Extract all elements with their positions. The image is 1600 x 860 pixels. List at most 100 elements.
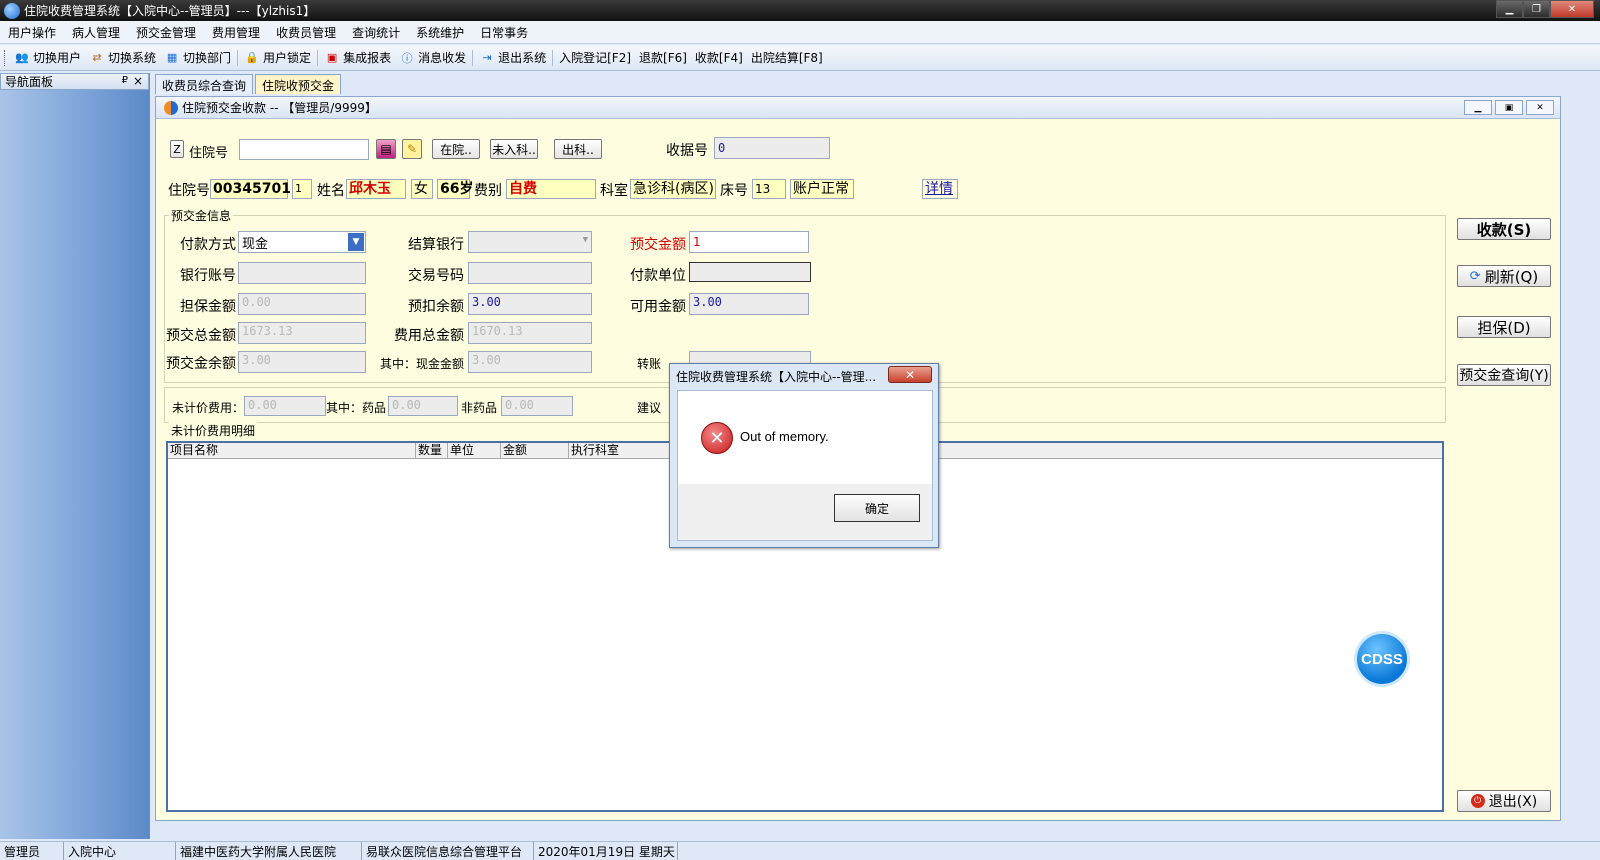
- charge-s-button[interactable]: 收款(S): [1457, 218, 1551, 240]
- ok-button[interactable]: 确定: [834, 494, 920, 522]
- pay-method-select[interactable]: 现金 ▼: [238, 231, 366, 253]
- payer-unit-input[interactable]: [689, 262, 811, 282]
- unbilled-detail-title: 未计价费用明细: [169, 422, 258, 439]
- exit-system-button[interactable]: ⇥ 退出系统: [475, 49, 550, 66]
- bank-account-input[interactable]: [238, 262, 366, 284]
- admission-button[interactable]: 入院登记[F2]: [555, 49, 635, 66]
- menu-fee-mgmt[interactable]: 费用管理: [204, 24, 268, 41]
- settle-bank-label: 结算银行: [408, 237, 464, 253]
- pay-method-label: 付款方式: [180, 237, 236, 253]
- z-button[interactable]: Z: [170, 140, 184, 158]
- bank-account-label: 银行账号: [180, 268, 236, 284]
- discharged-button[interactable]: 出科..: [554, 139, 602, 159]
- payer-unit-label: 付款单位: [630, 268, 686, 284]
- inner-close-button[interactable]: ✕: [1526, 100, 1554, 115]
- user-lock-button[interactable]: 🔒 用户锁定: [240, 49, 315, 66]
- pin-icon[interactable]: ₽: [122, 75, 128, 86]
- deposit-balance-field: 3.00: [238, 351, 366, 373]
- deposit-info-title: 预交金信息: [169, 207, 234, 224]
- col-exec-dept[interactable]: 执行科室: [569, 443, 659, 459]
- col-quantity[interactable]: 数量: [416, 443, 448, 459]
- message-button[interactable]: ⓘ 消息收发: [395, 49, 470, 66]
- bed-label: 床号: [720, 183, 748, 199]
- suggest-label: 建议: [637, 401, 662, 415]
- inner-maximize-button[interactable]: ▣: [1495, 100, 1523, 115]
- inner-window-controls: ▁ ▣ ✕: [1461, 100, 1554, 115]
- exit-label: 退出(X): [1488, 794, 1538, 810]
- cash-amount-label: 其中：现金金额: [380, 357, 465, 371]
- exit-system-label: 退出系统: [498, 51, 547, 65]
- discharge-button[interactable]: 出院结算[F8]: [747, 49, 827, 66]
- toolbar-grip: [4, 49, 7, 66]
- toolbar-separator: [317, 49, 319, 66]
- charge-button[interactable]: 收款[F4]: [691, 49, 747, 66]
- chevron-down-icon[interactable]: ▼: [348, 233, 364, 251]
- bed-no: 13: [752, 179, 786, 199]
- guarantee-field: 0.00: [238, 293, 366, 315]
- drug-label: 其中：药品: [326, 401, 387, 415]
- available-field: 3.00: [689, 293, 809, 315]
- menu-user-ops[interactable]: 用户操作: [0, 24, 64, 41]
- minimize-button[interactable]: ▁: [1496, 0, 1523, 18]
- menu-daily-affairs[interactable]: 日常事务: [472, 24, 536, 41]
- unbilled-label: 未计价费用：: [172, 401, 245, 415]
- deposit-balance-label: 预交金余额: [166, 356, 236, 372]
- fee-total-field: 1670.13: [468, 322, 592, 344]
- card-reader-icon[interactable]: ▤: [376, 139, 396, 159]
- detail-link[interactable]: 详情: [922, 179, 958, 199]
- inpatient-no-input[interactable]: [239, 139, 369, 160]
- menu-query-stats[interactable]: 查询统计: [344, 24, 408, 41]
- exit-button[interactable]: ⏻ 退出(X): [1457, 790, 1551, 812]
- error-dialog-close-button[interactable]: ✕: [888, 366, 932, 383]
- deposit-window-header: 住院预交金收款 -- 【管理员/9999】 ▁ ▣ ✕: [156, 97, 1560, 119]
- menu-cashier-mgmt[interactable]: 收费员管理: [268, 24, 344, 41]
- error-dialog-title: 住院收费管理系统【入院中心--管理...: [676, 369, 877, 384]
- deposit-query-button[interactable]: 预交金查询(Y): [1457, 364, 1551, 386]
- col-unit[interactable]: 单位: [448, 443, 501, 459]
- switch-user-button[interactable]: 👥 切换用户: [10, 49, 85, 66]
- switch-system-button[interactable]: ⇄ 切换系统: [85, 49, 160, 66]
- tab-strip: 收费员综合查询 住院收预交金: [155, 74, 343, 94]
- cdss-button[interactable]: CDSS: [1354, 631, 1410, 687]
- fee-type: 自费: [506, 179, 596, 199]
- refund-button[interactable]: 退款[F6]: [635, 49, 691, 66]
- tab-inpatient-deposit[interactable]: 住院收预交金: [255, 74, 342, 94]
- trade-no-input[interactable]: [468, 262, 592, 284]
- status-hospital: 福建中医药大学附属人民医院: [176, 842, 362, 860]
- pre-deduct-label: 预扣余额: [408, 299, 464, 315]
- patient-seq: 1: [292, 179, 312, 199]
- nav-panel-title: 导航面板: [5, 75, 54, 89]
- receipt-input[interactable]: [714, 137, 830, 159]
- error-message: Out of memory.: [740, 429, 829, 444]
- menu-deposit-mgmt[interactable]: 预交金管理: [128, 24, 204, 41]
- deposit-amount-input[interactable]: [689, 231, 809, 253]
- account-status: 账户正常: [790, 179, 854, 199]
- error-icon: ✕: [701, 422, 733, 454]
- pre-deduct-field: 3.00: [468, 293, 592, 315]
- fee-type-label: 费别: [474, 183, 502, 199]
- nav-panel: 导航面板 ₽ ×: [0, 73, 150, 839]
- col-item-name[interactable]: 项目名称: [168, 443, 416, 459]
- nav-close-icon[interactable]: ×: [133, 74, 143, 88]
- deposit-window-title: 住院预交金收款 -- 【管理员/9999】: [182, 101, 377, 115]
- users-icon: 👥: [15, 51, 29, 64]
- maximize-button[interactable]: ❐: [1523, 0, 1550, 18]
- search-icon[interactable]: ✎: [402, 139, 422, 159]
- guarantee-button[interactable]: 担保(D): [1457, 316, 1551, 338]
- not-admitted-button[interactable]: 未入科..: [490, 139, 538, 159]
- col-amount[interactable]: 金额: [501, 443, 569, 459]
- tab-cashier-query[interactable]: 收费员综合查询: [155, 74, 254, 94]
- integrated-report-button[interactable]: ▣ 集成报表: [320, 49, 395, 66]
- refresh-button[interactable]: ⟳ 刷新(Q): [1457, 265, 1551, 287]
- switch-dept-button[interactable]: ▦ 切换部门: [160, 49, 235, 66]
- inner-minimize-button[interactable]: ▁: [1464, 100, 1492, 115]
- settle-bank-select[interactable]: ▼: [468, 231, 592, 253]
- menu-patient-mgmt[interactable]: 病人管理: [64, 24, 128, 41]
- in-hospital-button[interactable]: 在院..: [432, 139, 480, 159]
- close-button[interactable]: ✕: [1550, 0, 1594, 18]
- window-controls: ▁ ❐ ✕: [1496, 0, 1594, 18]
- guarantee-label: 担保金额: [180, 299, 236, 315]
- non-drug-label: 非药品: [461, 401, 498, 415]
- title-bar: 住院收费管理系统【入院中心--管理员】---【ylzhis1】 ▁ ❐ ✕: [0, 0, 1600, 21]
- menu-system-maint[interactable]: 系统维护: [408, 24, 472, 41]
